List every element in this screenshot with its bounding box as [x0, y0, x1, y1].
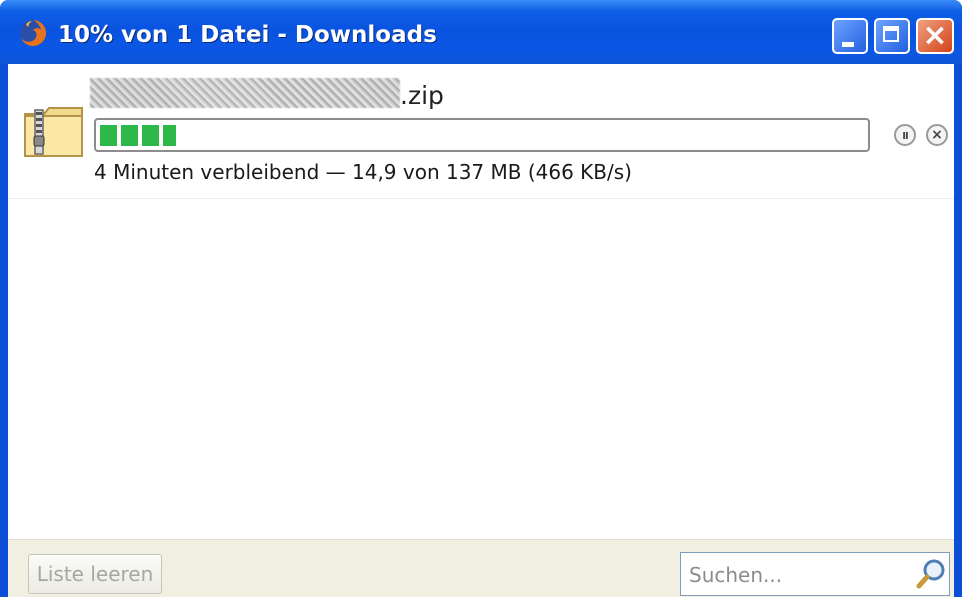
window-title: 10% von 1 Datei - Downloads	[58, 22, 437, 48]
search-box[interactable]	[680, 552, 950, 596]
download-progress-bar	[94, 118, 870, 152]
minimize-button[interactable]	[832, 18, 868, 54]
close-icon: ×	[922, 18, 948, 53]
maximize-button[interactable]	[874, 18, 910, 54]
download-filename: .zip	[90, 78, 444, 112]
firefox-icon	[20, 20, 46, 46]
close-button[interactable]: ×	[916, 18, 954, 54]
cancel-button[interactable]: ×	[926, 124, 948, 146]
pause-icon: II	[902, 131, 909, 142]
search-input[interactable]	[683, 555, 917, 595]
zip-folder-icon	[24, 107, 83, 157]
filename-extension: .zip	[400, 81, 444, 110]
downloads-list: .zip II × 4 Minuten verbleibend — 14,9 v…	[8, 64, 954, 597]
downloads-window: 10% von 1 Datei - Downloads × .zip II × …	[0, 0, 962, 597]
redacted-filename-image	[90, 78, 400, 108]
title-bar[interactable]: 10% von 1 Datei - Downloads ×	[0, 0, 962, 64]
footer-bar: Liste leeren	[8, 539, 954, 597]
cancel-icon: ×	[931, 127, 943, 143]
magnifier-icon[interactable]	[915, 557, 949, 591]
progress-fill	[100, 125, 176, 146]
pause-button[interactable]: II	[894, 124, 916, 146]
clear-list-button[interactable]: Liste leeren	[28, 554, 162, 594]
download-item[interactable]: .zip II × 4 Minuten verbleibend — 14,9 v…	[8, 64, 954, 199]
download-status: 4 Minuten verbleibend — 14,9 von 137 MB …	[94, 160, 632, 184]
